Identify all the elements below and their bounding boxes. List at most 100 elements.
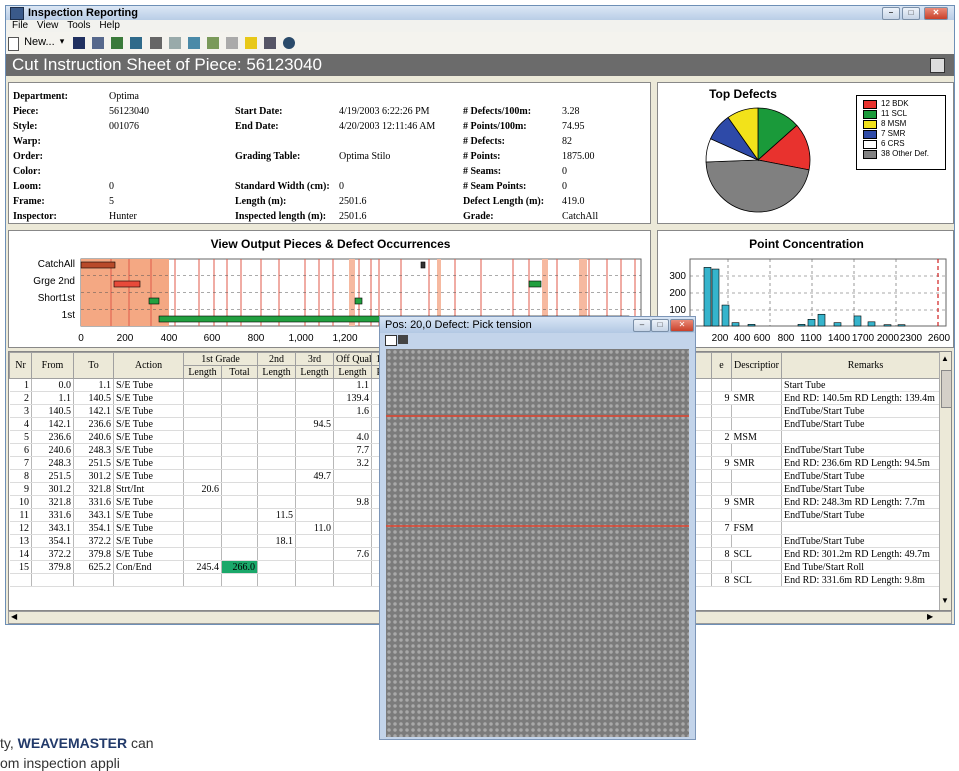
cell-from: 0.0 [31, 378, 74, 392]
cell-to: 331.6 [73, 495, 114, 509]
warning-icon[interactable] [244, 37, 257, 49]
column-header-from[interactable]: From [31, 352, 74, 379]
info-label: Grading Table: [235, 151, 301, 162]
cell-action: S/E Tube [113, 547, 184, 561]
menu-view[interactable]: View [37, 20, 59, 31]
cell-loq: 1.6 [333, 404, 373, 418]
column-header-remarks[interactable]: Remarks [781, 352, 951, 379]
x-tick-label: 600 [754, 333, 771, 344]
preview-icon[interactable] [385, 335, 397, 346]
column-header-nr[interactable]: Nr [9, 352, 32, 379]
cell-rc [711, 469, 733, 483]
x-tick-label: 1700 [852, 333, 875, 344]
info-label: Start Date: [235, 106, 283, 117]
column-header-sub[interactable]: Length [295, 365, 335, 379]
close-button[interactable]: ✕ [924, 7, 948, 20]
grid-icon[interactable] [930, 58, 945, 73]
new-button[interactable]: New... [24, 36, 55, 48]
info-label: Color: [13, 166, 41, 177]
point-concentration-panel: Point Concentration 300 200 100 200 400 600 80… [657, 230, 954, 348]
maximize-button[interactable]: □ [902, 7, 920, 20]
cell-action: S/E Tube [113, 534, 184, 548]
cell-action: S/E Tube [113, 443, 184, 457]
cell-nr: 12 [9, 521, 32, 535]
print-icon[interactable] [398, 335, 408, 344]
cell-nr: 10 [9, 495, 32, 509]
column-header-sub[interactable]: Length [333, 365, 373, 379]
cell-nr [9, 573, 32, 587]
popup-maximize-button[interactable]: □ [651, 319, 669, 332]
cell-rem: End RD: 331.6m RD Length: 9.8m [781, 573, 951, 587]
cell-action: S/E Tube [113, 456, 184, 470]
cell-from: 236.6 [31, 430, 74, 444]
cut-icon[interactable] [225, 37, 238, 49]
refresh-icon[interactable] [187, 37, 200, 49]
column-group-3rd[interactable]: 3rd [295, 352, 335, 366]
top-defects-panel: Top Defects 12 BDK 11 SCL 8 MSM 7 SMR 6 CRS 3… [657, 82, 954, 224]
column-header-description[interactable]: Descriptior [731, 352, 783, 379]
menu-file[interactable]: File [12, 20, 28, 31]
export-icon[interactable] [130, 37, 143, 49]
column-header-sub[interactable]: Total [220, 365, 259, 379]
new-dropdown-icon[interactable]: ▾ [60, 36, 65, 47]
app-icon [10, 7, 24, 20]
popup-minimize-button[interactable]: – [633, 319, 651, 332]
legend-swatch [863, 130, 877, 139]
menu-bar: File View Tools Help [6, 20, 954, 32]
column-header-sub[interactable]: Length [257, 365, 297, 379]
column-group-1st-grade[interactable]: 1st Grade [182, 352, 259, 366]
minimize-button[interactable]: – [882, 7, 900, 20]
print-preview-icon[interactable] [168, 37, 181, 49]
scroll-thumb[interactable] [941, 370, 951, 408]
menu-help[interactable]: Help [99, 20, 120, 31]
mark-icon[interactable] [263, 37, 276, 49]
legend-label: 11 SCL [881, 109, 908, 118]
cell-desc: FSM [731, 521, 783, 535]
cell-l1: 20.6 [183, 482, 222, 496]
cell-rem: End RD: 301.2m RD Length: 49.7m [781, 547, 951, 561]
x-tick-label: 600 [204, 333, 221, 344]
cell-rem: EndTube/Start Tube [781, 482, 951, 496]
cell-l1 [183, 508, 222, 522]
cell-from: 140.5 [31, 404, 74, 418]
histogram-bar [883, 324, 892, 327]
scroll-down-icon[interactable]: ▼ [941, 596, 949, 605]
globe-icon[interactable] [282, 37, 295, 49]
scroll-up-icon[interactable]: ▲ [941, 354, 949, 363]
cell-l2 [257, 521, 297, 535]
cell-l3 [295, 430, 335, 444]
cell-from: 379.8 [31, 560, 74, 574]
scroll-left-icon[interactable]: ◀ [11, 612, 17, 621]
cell-l3 [295, 482, 335, 496]
cell-l3 [295, 508, 335, 522]
cell-l3 [295, 456, 335, 470]
settings-icon[interactable] [206, 37, 219, 49]
column-header-sub[interactable]: Length [183, 365, 222, 379]
column-header-action[interactable]: Action [113, 352, 184, 379]
print-icon[interactable] [149, 37, 162, 49]
cell-to: 354.1 [73, 521, 114, 535]
popup-close-button[interactable]: ✕ [670, 319, 694, 332]
cell-loq: 7.6 [333, 547, 373, 561]
cell-desc: SMR [731, 495, 783, 509]
column-group-2nd[interactable]: 2nd [257, 352, 297, 366]
save-icon[interactable] [73, 37, 86, 49]
cell-l1 [183, 430, 222, 444]
info-value: 5 [109, 196, 114, 207]
column-header-e[interactable]: e [711, 352, 733, 379]
histogram-bar [833, 322, 842, 327]
column-header-to[interactable]: To [73, 352, 114, 379]
legend-item: 7 SMR [857, 129, 945, 139]
cell-from: 1.1 [31, 391, 74, 405]
vertical-scrollbar[interactable]: ▲ ▼ [939, 352, 951, 610]
menu-tools[interactable]: Tools [67, 20, 90, 31]
cell-l3 [295, 495, 335, 509]
scroll-right-icon[interactable]: ▶ [927, 612, 933, 621]
cell-action: S/E Tube [113, 521, 184, 535]
column-group-off-qual[interactable]: Off Qual [333, 352, 373, 366]
cell-tot [221, 391, 259, 405]
cell-rem: EndTube/Start Tube [781, 469, 951, 483]
save-as-icon[interactable] [92, 37, 105, 49]
legend-label: 6 CRS [881, 139, 905, 148]
report-icon[interactable] [111, 37, 124, 49]
